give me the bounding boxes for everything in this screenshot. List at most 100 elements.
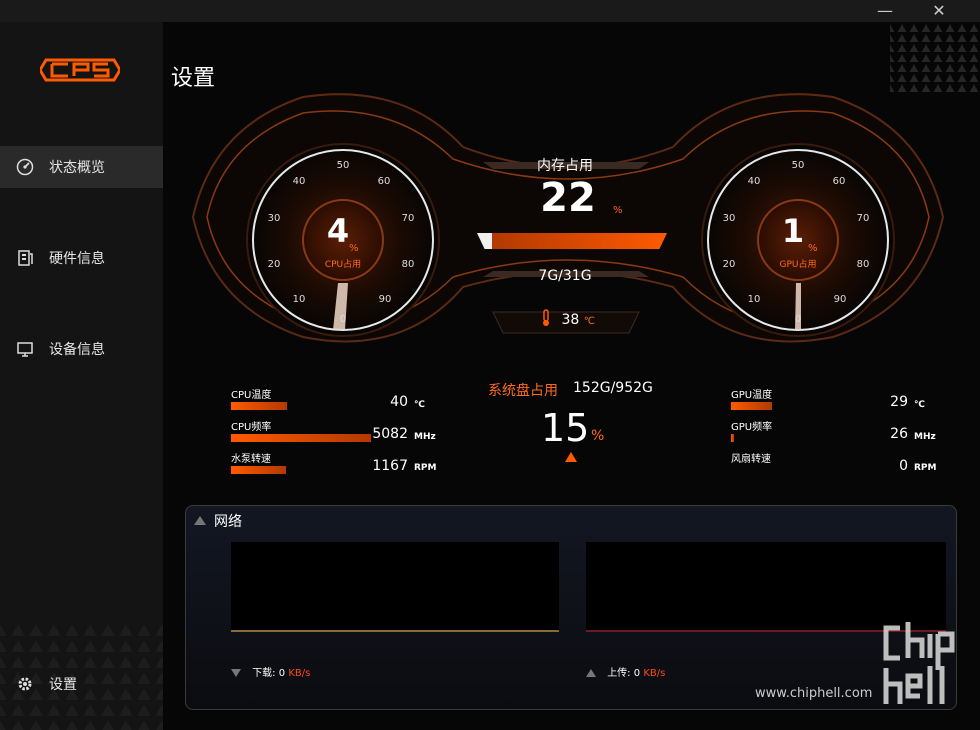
app-logo — [38, 50, 122, 90]
upload-value: 0 — [633, 668, 641, 679]
main-content: 设置 0 10 20 30 40 50 60 70 80 90 4 % CPU占… — [163, 22, 980, 730]
app-window: — ✕ 状态概览 硬件信息 设备信息 设置 设置 0 10 20 30 40 5… — [0, 0, 980, 730]
memory-usage-value: 22 — [540, 175, 596, 221]
download-arrow-icon — [231, 669, 241, 677]
disk-usage-value: 15 — [541, 406, 590, 450]
disk-usage-unit: % — [591, 428, 605, 444]
monitor-icon — [15, 339, 35, 359]
sidebar-item-settings[interactable]: 设置 — [0, 663, 163, 705]
thermometer-icon — [541, 309, 551, 331]
hardware-icon — [15, 248, 35, 268]
close-button[interactable]: ✕ — [922, 0, 956, 22]
cpu-gauge-tick: 10 — [292, 294, 306, 305]
gear-icon — [15, 674, 35, 694]
download-label: 下载: — [252, 668, 276, 679]
sidebar-item-label: 状态概览 — [49, 160, 105, 176]
fan-speed-unit: RPM — [914, 463, 937, 473]
upload-legend: 上传: 0 KB/s — [586, 664, 665, 679]
cpu-gauge-tick: 90 — [378, 294, 392, 305]
fan-speed-label: 风扇转速 — [731, 454, 771, 465]
temperature-readout: 38 ℃ — [533, 309, 603, 331]
network-panel: 网络 下载: 0 KB/s 上传: 0 KB/s — [185, 505, 957, 710]
gpu-gauge-tick: 10 — [747, 294, 761, 305]
cpu-freq-value: 5082 — [372, 426, 408, 442]
gpu-temp-value: 29 — [890, 394, 908, 410]
cpu-temp-value: 40 — [390, 394, 408, 410]
memory-usage-unit: % — [613, 205, 623, 216]
upload-arrow-icon — [586, 669, 596, 677]
gpu-gauge-tick: 70 — [856, 213, 870, 224]
gpu-temp-label: GPU温度 — [731, 390, 773, 401]
gpu-gauge-tick: 0 — [794, 314, 802, 325]
gpu-freq-unit: MHz — [914, 432, 936, 442]
cpu-gauge-tick: 20 — [267, 259, 281, 270]
upload-label: 上传: — [607, 668, 631, 679]
cpu-usage-unit: % — [349, 243, 359, 254]
cpu-freq-label: CPU频率 — [231, 422, 272, 433]
sidebar-item-status-overview[interactable]: 状态概览 — [0, 146, 163, 188]
pump-speed-value: 1167 — [372, 458, 408, 474]
minimize-button[interactable]: — — [868, 0, 902, 22]
cpu-gauge-tick: 70 — [401, 213, 415, 224]
disk-usage-label: 系统盘占用 — [488, 383, 558, 399]
cpu-gauge-tick: 80 — [401, 259, 415, 270]
sidebar-item-label: 设置 — [49, 677, 77, 693]
fan-speed-value: 0 — [899, 458, 908, 474]
gpu-temp-bar — [731, 402, 772, 410]
watermark-logo — [880, 618, 972, 710]
upload-unit: KB/s — [643, 668, 666, 679]
cpu-temp-label: CPU温度 — [231, 390, 272, 401]
collapse-triangle-icon[interactable] — [194, 516, 206, 525]
title-bar: — ✕ — [0, 0, 980, 22]
download-graph-line — [231, 630, 559, 632]
memory-usage-label: 内存占用 — [537, 158, 593, 174]
sidebar: 状态概览 硬件信息 设备信息 设置 — [0, 22, 163, 730]
temperature-value: 38 — [561, 312, 580, 328]
pump-speed-bar — [231, 466, 286, 474]
gpu-freq-label: GPU频率 — [731, 422, 773, 433]
sidebar-item-label: 硬件信息 — [49, 251, 105, 267]
dashboard-cluster: 0 10 20 30 40 50 60 70 80 90 4 % CPU占用 0… — [183, 87, 953, 387]
decorative-pattern — [890, 22, 980, 92]
cpu-gauge-tick: 60 — [377, 176, 391, 187]
memory-usage-bar-track — [491, 233, 667, 249]
pump-speed-unit: RPM — [414, 463, 437, 473]
memory-usage-bar — [477, 233, 667, 249]
gpu-usage-unit: % — [808, 243, 818, 254]
sidebar-item-label: 设备信息 — [49, 342, 105, 358]
gpu-usage-number: 1 — [781, 212, 805, 250]
disk-usage-size: 152G/952G — [573, 380, 653, 396]
sidebar-item-device-info[interactable]: 设备信息 — [0, 328, 163, 370]
gpu-gauge-tick: 50 — [791, 160, 805, 171]
gpu-temp-unit: ℃ — [914, 400, 925, 410]
gpu-gauge-tick: 60 — [832, 176, 846, 187]
pump-speed-label: 水泵转速 — [231, 454, 271, 465]
gpu-freq-value: 26 — [890, 426, 908, 442]
cpu-usage-caption: CPU占用 — [324, 260, 362, 270]
gpu-gauge-tick: 30 — [722, 213, 736, 224]
cpu-temp-bar — [231, 402, 287, 410]
memory-size: 7G/31G — [538, 268, 592, 284]
gpu-gauge-tick: 40 — [747, 176, 761, 187]
gpu-gauge-tick: 80 — [856, 259, 870, 270]
cpu-freq-unit: MHz — [414, 432, 436, 442]
cpu-gauge-tick: 50 — [336, 160, 350, 171]
cpu-gauge-tick: 40 — [292, 176, 306, 187]
gpu-freq-bar — [731, 434, 734, 442]
cpu-gauge-tick: 30 — [267, 213, 281, 224]
download-unit: KB/s — [288, 668, 311, 679]
gpu-gauge-tick: 90 — [833, 294, 847, 305]
sidebar-item-hardware-info[interactable]: 硬件信息 — [0, 237, 163, 279]
download-legend: 下载: 0 KB/s — [231, 664, 310, 679]
download-graph — [231, 542, 559, 632]
cpu-temp-unit: ℃ — [414, 400, 425, 410]
temperature-unit: ℃ — [583, 316, 595, 327]
dashboard-icon — [15, 157, 35, 177]
watermark-url: www.chiphell.com — [755, 686, 873, 701]
gpu-usage-caption: GPU占用 — [779, 260, 817, 270]
cpu-usage-number: 4 — [326, 212, 350, 250]
download-value: 0 — [278, 668, 286, 679]
cpu-gauge-tick: 0 — [339, 314, 347, 325]
network-title: 网络 — [214, 514, 242, 530]
gpu-usage-value: 1 — [773, 212, 813, 250]
